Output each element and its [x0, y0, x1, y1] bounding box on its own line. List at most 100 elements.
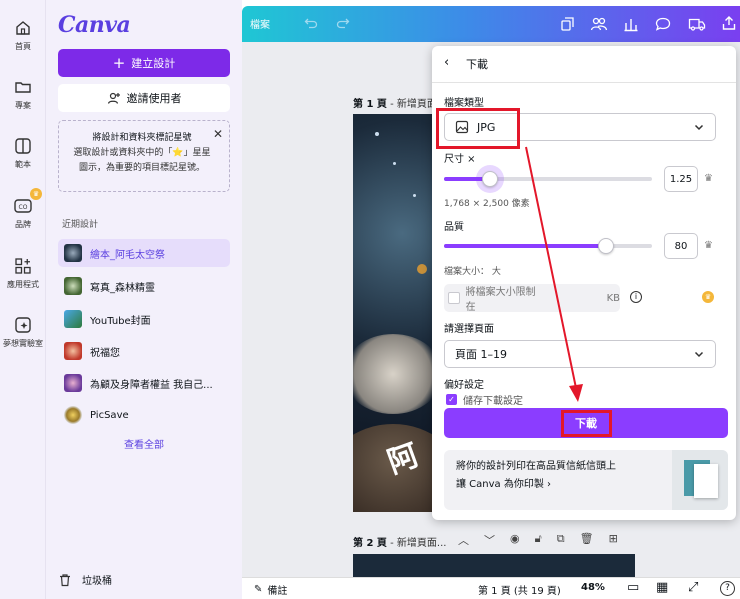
quality-input[interactable]: 80 [664, 233, 698, 259]
size-slider-knob[interactable] [481, 171, 498, 187]
comment-icon[interactable] [655, 16, 671, 32]
dream-lab-icon [15, 317, 31, 333]
design-thumbnail [64, 406, 82, 424]
print-promo-card[interactable]: 將你的設計列印在高品質信紙信頭上 讓 Canva 為你印製 › [444, 450, 728, 510]
resize-icon[interactable] [560, 16, 576, 32]
page-counter[interactable]: 第 1 頁 (共 19 頁) [478, 582, 561, 597]
page-2-header: 第 2 頁 - 新增頁面... [353, 534, 446, 549]
size-slider[interactable] [444, 165, 652, 193]
create-design-label: 建立設計 [131, 57, 176, 70]
recent-item[interactable]: PicSave [58, 401, 230, 429]
preferences-label: 偏好設定 [444, 380, 484, 391]
checkbox-checked-icon[interactable]: ✓ [446, 393, 457, 405]
close-icon[interactable]: ✕ [213, 127, 223, 142]
delivery-truck-icon[interactable] [688, 16, 706, 32]
page-2-thumbnail[interactable] [353, 554, 635, 577]
status-bar: ✎ 備註 第 1 頁 (共 19 頁) 48% ▭ ▦ ⤢ ? [242, 577, 740, 599]
page-2-controls: ︿ ﹀ ◉ 🔓︎ ⧉ 🗑︎ ⊞ [458, 532, 618, 548]
quality-slider[interactable] [444, 238, 652, 254]
file-menu-button[interactable]: 檔案 [250, 16, 270, 31]
zoom-level[interactable]: 48% [581, 582, 605, 593]
invite-users-label: 邀請使用者 [126, 92, 182, 105]
page-number: 第 1 頁 [353, 99, 387, 110]
file-size-note: 檔案大小： 大 [444, 267, 501, 277]
lock-icon[interactable]: 🔓︎ [535, 532, 542, 548]
design-thumbnail [64, 277, 82, 295]
rail-label: 首頁 [15, 42, 31, 51]
limit-size-label: 將檔案大小限制在 [465, 287, 536, 313]
undo-icon[interactable] [304, 16, 318, 30]
recent-item[interactable]: 祝福您 [58, 337, 230, 365]
size-input[interactable]: 1.25 [664, 166, 698, 192]
recent-item[interactable]: 繪本_阿毛太空祭 [58, 239, 230, 267]
template-icon [15, 138, 31, 154]
annotation-box-file-type [436, 108, 520, 149]
star-dot [393, 162, 396, 165]
visibility-icon[interactable]: ◉ [510, 532, 520, 548]
recent-item-label: 為顧及身障者權益 我自己... [90, 379, 213, 391]
quality-slider-knob[interactable] [598, 238, 615, 254]
invite-users-button[interactable]: 邀請使用者 [58, 84, 230, 112]
pages-select[interactable]: 頁面 1–19 [444, 340, 716, 368]
duplicate-icon[interactable]: ⧉ [557, 532, 565, 548]
file-type-label: 檔案類型 [444, 98, 484, 109]
rail-label: 範本 [15, 160, 31, 169]
trash-label: 垃圾桶 [82, 576, 112, 587]
trash-icon [60, 573, 70, 586]
info-icon[interactable]: i [630, 291, 642, 303]
quality-label: 品質 [444, 222, 464, 233]
recent-item[interactable]: 寫真_森林精靈 [58, 272, 230, 300]
page-view-icon[interactable]: ▭ [627, 580, 639, 595]
notes-button[interactable]: ✎ 備註 [254, 582, 287, 597]
rail-apps[interactable]: 應用程式 [0, 256, 46, 290]
chevron-down-icon [694, 124, 704, 131]
design-thumbnail [64, 244, 82, 262]
create-design-button[interactable]: + 建立設計 [58, 49, 230, 77]
recent-item-label: PicSave [90, 409, 129, 421]
star-dot [375, 132, 379, 136]
recent-item[interactable]: 為顧及身障者權益 我自己... [58, 369, 230, 397]
redo-icon[interactable] [336, 16, 350, 30]
share-upload-icon[interactable] [721, 15, 737, 31]
help-button[interactable]: ? [720, 581, 735, 596]
delete-icon[interactable]: 🗑︎ [580, 532, 594, 548]
save-settings-label: 儲存下載設定 [463, 395, 523, 406]
rail-label: 應用程式 [7, 280, 39, 289]
page-1-thumbnail[interactable]: 阿 [353, 114, 435, 512]
view-all-link[interactable]: 查看全部 [58, 436, 230, 451]
canva-logo[interactable]: Canva [58, 12, 131, 38]
chevron-down-icon [694, 351, 704, 358]
rail-dream-lab[interactable]: 夢想實驗室 [0, 315, 46, 349]
add-page-icon[interactable]: ⊞ [609, 532, 618, 548]
save-settings-row[interactable]: ✓ 儲存下載設定 [446, 393, 523, 405]
print-promo-line2: 讓 Canva 為你印製 [456, 479, 544, 490]
apps-icon [15, 258, 31, 274]
recent-item[interactable]: YouTube封面 [58, 305, 230, 333]
notes-label: 備註 [267, 586, 288, 597]
rail-label: 專案 [15, 101, 31, 110]
chevron-down-icon[interactable]: ﹀ [484, 532, 495, 548]
divider [432, 82, 736, 83]
rail-templates[interactable]: 範本 [0, 136, 46, 170]
page-title[interactable]: - 新增頁面... [387, 538, 446, 549]
crown-icon: ♛ [704, 173, 713, 184]
crown-icon: ♛ [704, 240, 713, 251]
back-arrow-icon[interactable]: ‹ [444, 55, 449, 70]
limit-size-unit: KB [606, 292, 621, 304]
letterhead-paper [694, 464, 718, 498]
rail-brand[interactable]: CO ♛ 品牌 [0, 188, 46, 230]
rail-projects[interactable]: 專案 [0, 77, 46, 111]
editor-toolbar: 檔案 [242, 6, 740, 42]
collaborators-icon[interactable] [590, 16, 608, 32]
nav-rail: 首頁 專案 範本 CO ♛ 品牌 應用程式 夢想實驗室 [0, 0, 46, 599]
cloud-shape [353, 334, 435, 414]
limit-size-input[interactable] [554, 286, 605, 310]
limit-size-checkbox[interactable] [448, 292, 460, 304]
chevron-up-icon[interactable]: ︿ [458, 532, 469, 548]
grid-view-icon[interactable]: ▦ [656, 580, 668, 595]
recent-item-label: 繪本_阿毛太空祭 [90, 249, 165, 261]
rail-home[interactable]: 首頁 [0, 18, 46, 52]
fullscreen-icon[interactable]: ⤢ [688, 580, 698, 595]
trash-item[interactable]: 垃圾桶 [58, 572, 112, 587]
analytics-icon[interactable] [623, 16, 639, 32]
